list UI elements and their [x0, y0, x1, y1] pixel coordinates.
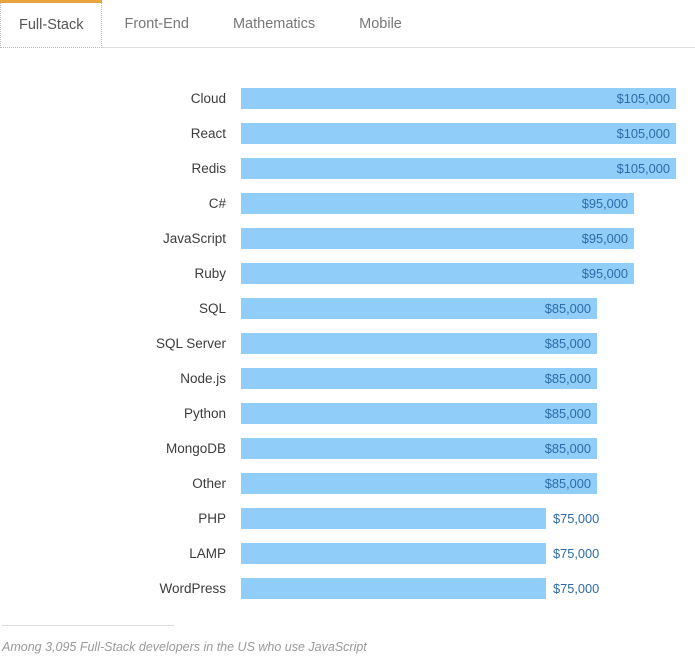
category-label: Python: [183, 406, 226, 421]
chart-row: WordPress $75,000: [0, 571, 695, 606]
tab-label: Mobile: [359, 15, 402, 32]
bar[interactable]: $85,000: [241, 438, 597, 459]
bar-value-label: $85,000: [544, 441, 591, 456]
bar-track: $85,000: [241, 431, 695, 466]
bar[interactable]: $85,000: [241, 333, 597, 354]
bar-track: $75,000: [241, 536, 695, 571]
chart-row: Node.js $85,000: [0, 361, 695, 396]
bar[interactable]: $75,000: [241, 508, 599, 529]
category-label: PHP: [198, 511, 226, 526]
category-label: React: [190, 126, 226, 141]
bar-track: $85,000: [241, 466, 695, 501]
bar[interactable]: $85,000: [241, 368, 597, 389]
bar-track: $95,000: [241, 221, 695, 256]
category-label: Redis: [191, 161, 226, 176]
tab-label: Mathematics: [232, 15, 316, 32]
chart-row: Redis $105,000: [0, 151, 695, 186]
bar[interactable]: $105,000: [241, 123, 676, 144]
chart-row: Cloud $105,000: [0, 81, 695, 116]
chart-row: Other $85,000: [0, 466, 695, 501]
bar-value-label: $85,000: [544, 406, 591, 421]
category-label: JavaScript: [162, 231, 226, 246]
chart-row: MongoDB $85,000: [0, 431, 695, 466]
bar-value-label: $75,000: [553, 581, 600, 596]
bar-track: $105,000: [241, 151, 695, 186]
category-label: SQL Server: [155, 336, 226, 351]
bar-value-label: $85,000: [544, 336, 591, 351]
bar[interactable]: $95,000: [241, 263, 634, 284]
tab-full-stack[interactable]: Full-Stack: [0, 0, 103, 48]
bar-value-label: $105,000: [616, 161, 670, 176]
bar-value-label: $75,000: [553, 511, 600, 526]
bar[interactable]: $85,000: [241, 298, 597, 319]
chart-row: JavaScript $95,000: [0, 221, 695, 256]
tab-front-end[interactable]: Front-End: [102, 0, 210, 47]
bar-track: $95,000: [241, 186, 695, 221]
category-label: Cloud: [190, 91, 226, 106]
chart-row: C# $95,000: [0, 186, 695, 221]
tab-bar: Full-Stack Front-End Mathematics Mobile: [0, 0, 695, 48]
bar-value-label: $105,000: [616, 91, 670, 106]
category-label: MongoDB: [165, 441, 226, 456]
bar-track: $85,000: [241, 291, 695, 326]
salary-bar-chart: Cloud $105,000 React $105,000 Redis $105,000 C…: [0, 48, 695, 606]
bar[interactable]: $105,000: [241, 88, 676, 109]
bar[interactable]: $75,000: [241, 543, 599, 564]
bar[interactable]: $75,000: [241, 578, 599, 599]
category-label: C#: [208, 196, 226, 211]
bar-track: $85,000: [241, 396, 695, 431]
bar-track: $85,000: [241, 326, 695, 361]
tab-mobile[interactable]: Mobile: [337, 0, 424, 47]
category-label: WordPress: [159, 581, 226, 596]
bar-value-label: $95,000: [581, 231, 628, 246]
chart-row: SQL Server $85,000: [0, 326, 695, 361]
bar-track: $85,000: [241, 361, 695, 396]
chart-row: LAMP $75,000: [0, 536, 695, 571]
chart-row: SQL $85,000: [0, 291, 695, 326]
category-label: Ruby: [194, 266, 226, 281]
bar-value-label: $95,000: [581, 196, 628, 211]
chart-row: PHP $75,000: [0, 501, 695, 536]
bar[interactable]: $95,000: [241, 228, 634, 249]
chart-row: Ruby $95,000: [0, 256, 695, 291]
bar-track: $105,000: [241, 116, 695, 151]
bar-value-label: $105,000: [616, 126, 670, 141]
bar-track: $75,000: [241, 571, 695, 606]
bar[interactable]: $85,000: [241, 473, 597, 494]
bar[interactable]: $95,000: [241, 193, 634, 214]
chart-row: React $105,000: [0, 116, 695, 151]
tab-mathematics[interactable]: Mathematics: [211, 0, 337, 47]
bar-track: $105,000: [241, 81, 695, 116]
category-label: LAMP: [189, 546, 226, 561]
category-label: Node.js: [180, 371, 226, 386]
category-label: Other: [192, 476, 226, 491]
footer-note: Among 3,095 Full-Stack developers in the…: [2, 640, 367, 654]
bar-value-label: $85,000: [544, 301, 591, 316]
bar-value-label: $85,000: [544, 476, 591, 491]
chart-row: Python $85,000: [0, 396, 695, 431]
bar-track: $95,000: [241, 256, 695, 291]
bar[interactable]: $105,000: [241, 158, 676, 179]
bar-value-label: $75,000: [553, 546, 600, 561]
chart-footer: Among 3,095 Full-Stack developers in the…: [0, 625, 695, 672]
bar-value-label: $95,000: [581, 266, 628, 281]
bar-value-label: $85,000: [544, 371, 591, 386]
bar-track: $75,000: [241, 501, 695, 536]
tab-label: Full-Stack: [19, 17, 84, 33]
category-label: SQL: [198, 301, 226, 316]
bar[interactable]: $85,000: [241, 403, 597, 424]
tab-label: Front-End: [124, 15, 189, 32]
